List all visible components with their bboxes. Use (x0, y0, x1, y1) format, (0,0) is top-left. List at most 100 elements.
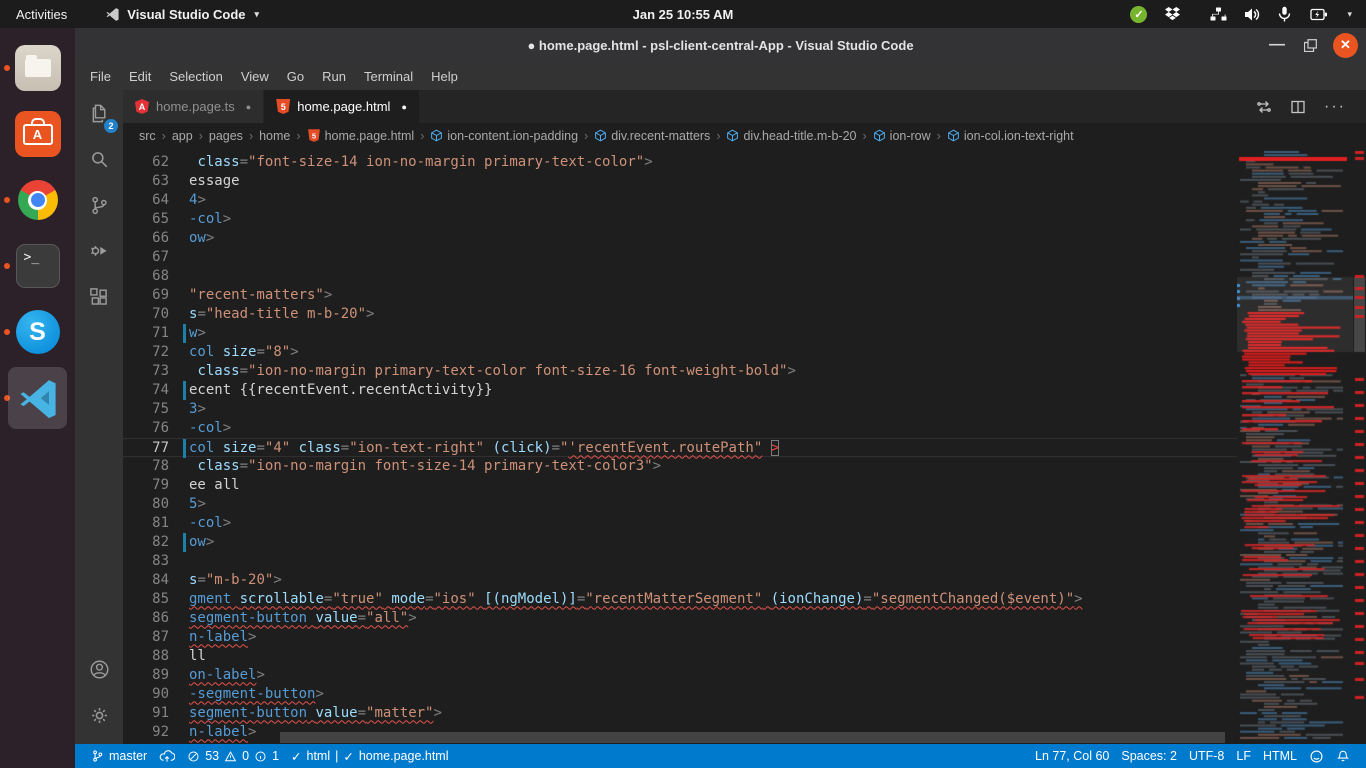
menu-selection[interactable]: Selection (160, 66, 231, 87)
breadcrumb-item[interactable]: pages (207, 129, 245, 143)
tray-caret-icon[interactable]: ▾ (1347, 9, 1352, 20)
search-icon[interactable] (75, 136, 123, 182)
tab-home.page.ts[interactable]: Ahome.page.ts● (123, 90, 264, 123)
menu-help[interactable]: Help (422, 66, 467, 87)
code-line[interactable]: 87n-label> (123, 628, 1237, 647)
sync-changes-button[interactable] (153, 749, 181, 763)
explorer-badge: 2 (104, 119, 118, 133)
code-line[interactable]: 69"recent-matters"> (123, 286, 1237, 305)
code-line[interactable]: 78 class="ion-no-margin font-size-14 pri… (123, 457, 1237, 476)
code-line[interactable]: 67 (123, 248, 1237, 267)
code-line[interactable]: 63essage (123, 172, 1237, 191)
breadcrumb-item[interactable]: ion-col.ion-text-right (945, 129, 1076, 143)
split-editor-icon[interactable] (1290, 99, 1306, 115)
code-line[interactable]: 753> (123, 400, 1237, 419)
code-line[interactable]: 70s="head-title m-b-20"> (123, 305, 1237, 324)
dock-skype[interactable]: S (0, 299, 75, 365)
dropbox-icon[interactable] (1164, 6, 1181, 22)
explorer-icon[interactable]: 2 (75, 90, 123, 136)
code-line[interactable]: 89on-label> (123, 666, 1237, 685)
menu-edit[interactable]: Edit (120, 66, 160, 87)
language-mode[interactable]: HTML (1257, 749, 1303, 763)
code-line[interactable]: 644> (123, 191, 1237, 210)
activities-button[interactable]: Activities (0, 0, 83, 28)
code-line[interactable]: 72col size="8"> (123, 343, 1237, 362)
code-line[interactable]: 86segment-button value="all"> (123, 609, 1237, 628)
dock-vscode[interactable] (0, 365, 75, 431)
code-line[interactable]: 76-col> (123, 419, 1237, 438)
overview-ruler[interactable] (1353, 148, 1366, 744)
code-text: ow> (189, 229, 214, 248)
account-icon[interactable] (75, 646, 123, 692)
code-line[interactable]: 82ow> (123, 533, 1237, 552)
minimap[interactable] (1237, 148, 1353, 744)
code-line[interactable]: 84s="m-b-20"> (123, 571, 1237, 590)
menu-file[interactable]: File (81, 66, 120, 87)
minimize-button[interactable]: — (1267, 36, 1287, 54)
horizontal-scrollbar[interactable] (280, 732, 1225, 743)
dock-files[interactable] (0, 35, 75, 101)
cursor-position[interactable]: Ln 77, Col 60 (1029, 749, 1115, 763)
code-line[interactable]: 62 class="font-size-14 ion-no-margin pri… (123, 153, 1237, 172)
breadcrumb-item[interactable]: div.head-title.m-b-20 (724, 129, 858, 143)
code-line[interactable]: 805> (123, 495, 1237, 514)
more-actions-icon[interactable]: ··· (1324, 98, 1346, 116)
feedback-smiley-icon[interactable] (1303, 749, 1330, 764)
restore-button[interactable] (1300, 39, 1320, 52)
extensions-icon[interactable] (75, 274, 123, 320)
breadcrumb-item[interactable]: ion-row (871, 129, 933, 143)
problems-indicator[interactable]: 53 0 1 (181, 749, 285, 763)
run-debug-icon[interactable] (75, 228, 123, 274)
menu-terminal[interactable]: Terminal (355, 66, 422, 87)
breadcrumb-item[interactable]: ion-content.ion-padding (428, 129, 580, 143)
app-menu[interactable]: Visual Studio Code ▾ (105, 7, 259, 22)
menu-go[interactable]: Go (278, 66, 313, 87)
dock-ubuntu-software[interactable]: A (0, 101, 75, 167)
angular-file-icon: A (135, 99, 149, 114)
code-line[interactable]: 79ee all (123, 476, 1237, 495)
code-line[interactable]: 83 (123, 552, 1237, 571)
code-editor[interactable]: 61iv>62 class="font-size-14 ion-no-margi… (123, 148, 1366, 744)
linter-status[interactable]: ✓ html | ✓ home.page.html (285, 749, 454, 764)
close-button[interactable]: ✕ (1333, 33, 1358, 58)
source-control-icon[interactable] (75, 182, 123, 228)
menu-run[interactable]: Run (313, 66, 355, 87)
breadcrumb-item[interactable]: div.recent-matters (592, 129, 712, 143)
code-line[interactable]: 81-col> (123, 514, 1237, 533)
dock-terminal[interactable]: >_ (0, 233, 75, 299)
code-line[interactable]: 88ll (123, 647, 1237, 666)
updates-ready-icon[interactable]: ✓ (1130, 6, 1147, 23)
code-line[interactable]: 65-col> (123, 210, 1237, 229)
dock-chrome[interactable] (0, 167, 75, 233)
indentation[interactable]: Spaces: 2 (1115, 749, 1183, 763)
code-text: 3> (189, 400, 206, 419)
notifications-bell-icon[interactable] (1330, 749, 1356, 764)
git-branch-indicator[interactable]: master (85, 749, 153, 763)
encoding[interactable]: UTF-8 (1183, 749, 1230, 763)
breadcrumb-item[interactable]: home (257, 129, 292, 143)
menu-view[interactable]: View (232, 66, 278, 87)
breadcrumb-item[interactable]: src (137, 129, 158, 143)
breadcrumb-item[interactable]: 5home.page.html (305, 128, 417, 143)
breadcrumb-item[interactable]: app (170, 129, 195, 143)
battery-icon[interactable] (1308, 7, 1328, 22)
line-number: 78 (123, 457, 169, 476)
code-line[interactable]: 73 class="ion-no-margin primary-text-col… (123, 362, 1237, 381)
modified-dot-icon[interactable]: ● (401, 102, 406, 112)
code-line[interactable]: 85gment scrollable="true" mode="ios" [(n… (123, 590, 1237, 609)
code-line[interactable]: 77col size="4" class="ion-text-right" (c… (123, 438, 1237, 457)
code-line[interactable]: 66ow> (123, 229, 1237, 248)
tab-home.page.html[interactable]: 5home.page.html● (264, 90, 420, 123)
code-line[interactable]: 68 (123, 267, 1237, 286)
open-changes-icon[interactable] (1256, 99, 1272, 115)
code-line[interactable]: 74ecent {{recentEvent.recentActivity}} (123, 381, 1237, 400)
code-line[interactable]: 90-segment-button> (123, 685, 1237, 704)
network-icon[interactable] (1210, 7, 1227, 22)
settings-gear-icon[interactable] (75, 692, 123, 738)
microphone-icon[interactable] (1278, 6, 1291, 22)
modified-dot-icon[interactable]: ● (246, 102, 251, 112)
volume-icon[interactable] (1244, 7, 1261, 22)
code-line[interactable]: 71w> (123, 324, 1237, 343)
code-line[interactable]: 91segment-button value="matter"> (123, 704, 1237, 723)
eol-sequence[interactable]: LF (1230, 749, 1257, 763)
